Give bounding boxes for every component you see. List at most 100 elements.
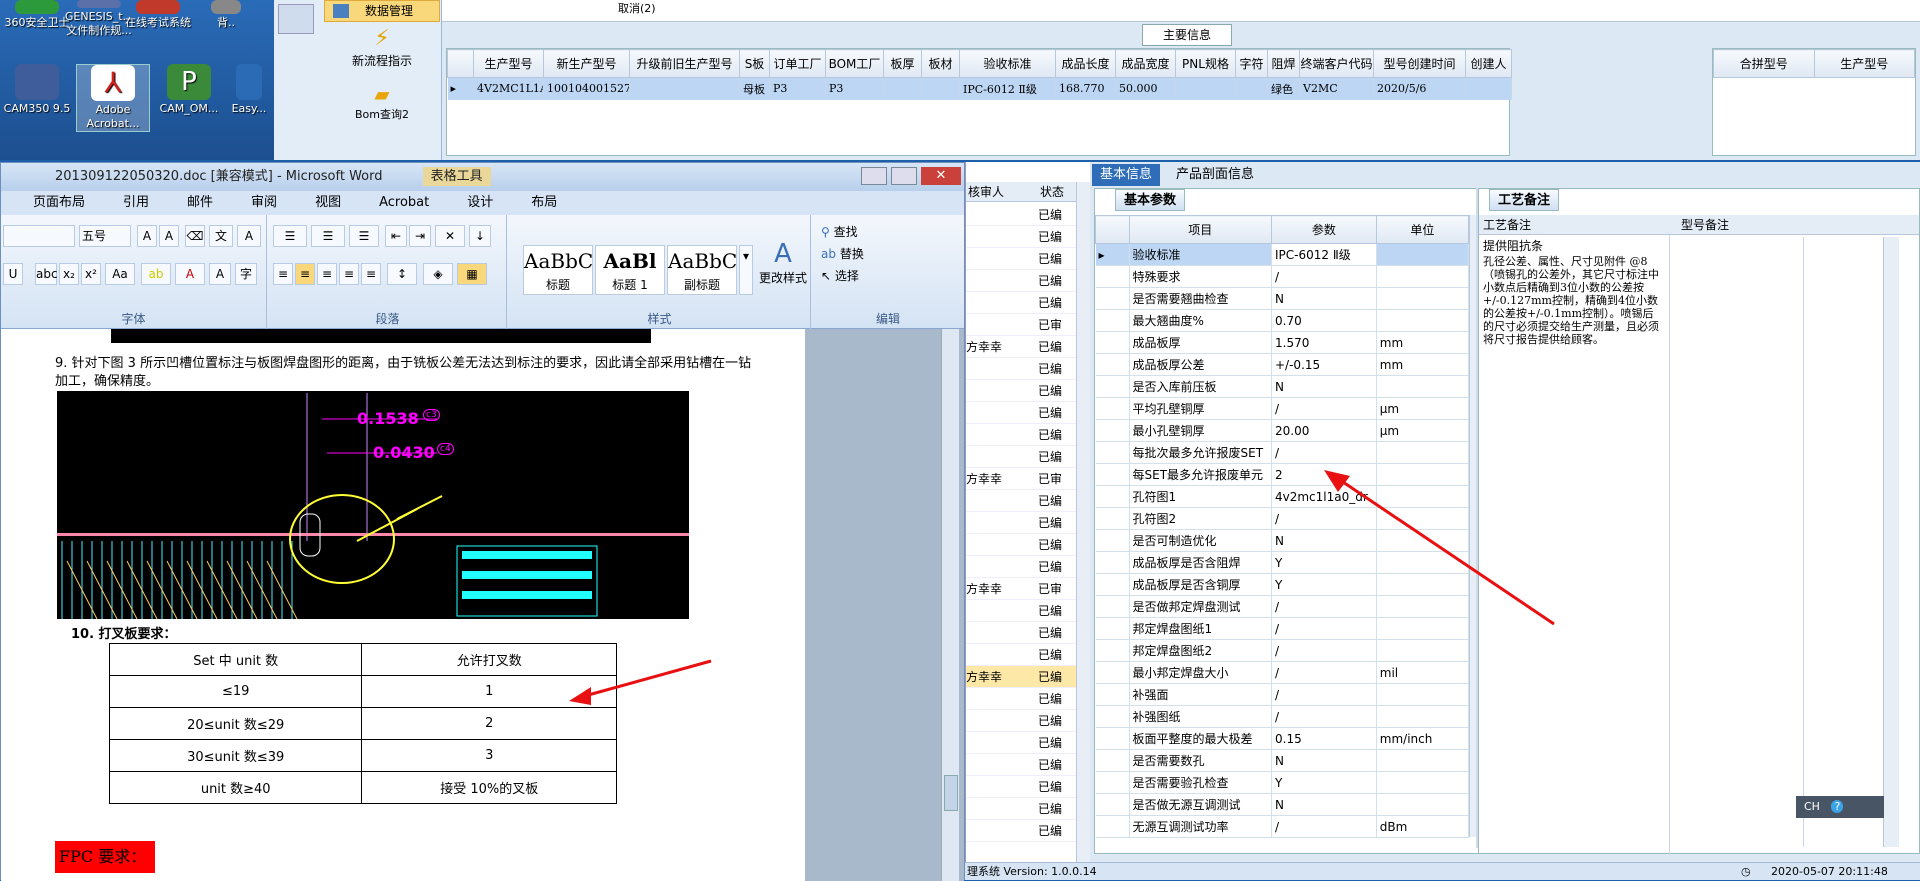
param-row[interactable]: 最大翘曲度% 0.70 xyxy=(1095,309,1470,332)
styles-scroll[interactable]: ▾ xyxy=(739,245,753,295)
tab-refs[interactable]: 引用 xyxy=(123,195,149,210)
tab-layout[interactable]: 页面布局 xyxy=(33,195,85,210)
param-row[interactable]: 成品板厚 1.570 mm xyxy=(1095,331,1470,354)
underline-icon[interactable]: U xyxy=(3,263,23,285)
cell[interactable]: V2MC xyxy=(1299,77,1374,100)
cell[interactable]: 10010400152719 xyxy=(543,77,630,100)
list-item[interactable]: 已编 xyxy=(966,710,1076,732)
list-item[interactable]: 已编 xyxy=(966,688,1076,710)
char-border-icon[interactable]: A xyxy=(237,225,261,247)
context-tab[interactable]: 表格工具 xyxy=(422,167,491,186)
close-button[interactable]: ✕ xyxy=(921,167,961,185)
desktop-icon-other[interactable]: 背.. xyxy=(196,0,256,30)
craft-col-2[interactable]: 型号备注 xyxy=(1681,218,1729,232)
list-item[interactable]: 已编 xyxy=(966,424,1076,446)
param-row[interactable]: 最小邦定焊盘大小 / mil xyxy=(1095,661,1470,684)
cell[interactable] xyxy=(1175,77,1236,100)
minimize-button[interactable] xyxy=(861,167,887,185)
list-item[interactable]: 已编 xyxy=(966,622,1076,644)
font-size-box[interactable]: 五号 xyxy=(79,225,131,247)
bullets-icon[interactable]: ☰ xyxy=(273,225,307,247)
list-item[interactable]: 已编 xyxy=(966,446,1076,468)
param-row[interactable]: ▸ 验收标准 IPC-6012 Ⅱ级 xyxy=(1095,243,1470,266)
tab-basic-info[interactable]: 基本信息 xyxy=(1092,164,1161,186)
col-header[interactable]: S板 xyxy=(739,49,770,78)
char-shading-icon[interactable]: A xyxy=(209,263,231,285)
sort-icon[interactable]: ✕ xyxy=(435,225,465,247)
cell[interactable] xyxy=(883,77,922,100)
cell[interactable] xyxy=(1235,77,1268,100)
cell[interactable]: 168.770 xyxy=(1055,77,1116,100)
col-header[interactable]: 终端客户代码 xyxy=(1299,49,1374,78)
tab-mail[interactable]: 邮件 xyxy=(187,195,213,210)
list-item[interactable]: 已编 xyxy=(966,644,1076,666)
craft-col-1[interactable]: 工艺备注 xyxy=(1483,218,1531,232)
tab-profile-info[interactable]: 产品剖面信息 xyxy=(1168,164,1262,186)
shrink-font-icon[interactable]: A xyxy=(159,225,179,247)
cell[interactable]: P3 xyxy=(769,77,826,100)
list-item[interactable]: 已编 xyxy=(966,248,1076,270)
table-row[interactable]: ▸ 4V2MC1L1A010010400152719母板P3P3IPC-6012… xyxy=(447,77,1512,100)
param-row[interactable]: 补强面 / xyxy=(1095,683,1470,706)
cell[interactable] xyxy=(921,77,960,100)
subscript-icon[interactable]: x₂ xyxy=(59,263,79,285)
col-header[interactable]: 单位 xyxy=(1375,215,1470,244)
list-item-selected[interactable]: 方幸幸 已编 xyxy=(966,666,1076,688)
cell[interactable] xyxy=(629,77,740,100)
list-item[interactable]: 方幸幸 已审 xyxy=(966,578,1076,600)
tab-review[interactable]: 审阅 xyxy=(251,195,277,210)
cell[interactable]: 母板 xyxy=(739,77,770,100)
list-item[interactable]: 已编 xyxy=(966,490,1076,512)
col-header[interactable]: 板厚 xyxy=(883,49,922,78)
style-heading1[interactable]: AaBl 标题 1 xyxy=(595,245,665,295)
cell[interactable]: 50.000 xyxy=(1115,77,1176,100)
col-header[interactable]: 新生产型号 xyxy=(543,49,630,78)
list-item[interactable]: 方幸幸 已编 xyxy=(966,336,1076,358)
table-cell[interactable]: ≤19 xyxy=(108,675,363,708)
col-header[interactable]: PNL规格 xyxy=(1175,49,1236,78)
list-item[interactable]: 已编 xyxy=(966,732,1076,754)
col-header[interactable]: 生产型号 xyxy=(473,49,544,78)
align-right-icon[interactable]: ≡ xyxy=(317,263,337,285)
change-case-icon[interactable]: Aa xyxy=(105,263,135,285)
param-row[interactable]: 是否需要验孔检查 Y xyxy=(1095,771,1470,794)
cancel-fragment[interactable]: 取消(2) xyxy=(618,0,656,16)
strikethrough-icon[interactable]: abc xyxy=(35,263,58,285)
indent-icon[interactable]: ⇥ xyxy=(409,225,431,247)
param-row[interactable]: 每批次最多允许报废SET / xyxy=(1095,441,1470,464)
col-header[interactable]: 板材 xyxy=(921,49,960,78)
col-header[interactable]: 生产型号 xyxy=(1813,49,1915,78)
param-row[interactable]: 特殊要求 / xyxy=(1095,265,1470,288)
line-spacing-icon[interactable]: ↕ xyxy=(387,263,417,285)
help-icon[interactable]: ? xyxy=(1831,800,1844,813)
model-notes-area[interactable] xyxy=(1803,237,1919,847)
cell[interactable]: 4V2MC1L1A0 xyxy=(473,77,544,100)
document-page[interactable]: 9. 针对下图 3 所示凹槽位置标注与板图焊盘图形的距离，由于铣板公差无法达到标… xyxy=(1,329,805,881)
list-item[interactable]: 方幸幸 已审 xyxy=(966,468,1076,490)
cell[interactable]: IPC-6012 Ⅱ级 xyxy=(959,77,1056,100)
select-button[interactable]: ↖ 选择 xyxy=(821,267,859,284)
tab-view[interactable]: 视图 xyxy=(315,195,341,210)
list-item[interactable]: 已编 xyxy=(966,512,1076,534)
ime-bar[interactable]: CH ? xyxy=(1796,796,1884,818)
tab-craft-notes[interactable]: 工艺备注 xyxy=(1489,189,1560,211)
col-header[interactable]: 成品长度 xyxy=(1055,49,1116,78)
tab-design[interactable]: 设计 xyxy=(467,195,493,210)
review-list[interactable]: 核审人 状态 已编 已编 已编 已编 已编 已审 方幸幸 已编 已编 已编 已编 已… xyxy=(965,162,1091,862)
list-item[interactable]: 已编 xyxy=(966,270,1076,292)
change-styles-button[interactable]: A 更改样式 xyxy=(757,239,809,286)
list-item[interactable]: 已编 xyxy=(966,776,1076,798)
col-header[interactable]: 阻焊 xyxy=(1267,49,1300,78)
craft-text[interactable]: 孔径公差、属性、尺寸见附件 @8（喷锡孔的公差外，其它尺寸标注中小数点后精确到3… xyxy=(1483,255,1663,346)
param-row[interactable]: 成品板厚公差 +/-0.15 mm xyxy=(1095,353,1470,376)
calculator-icon[interactable] xyxy=(278,4,314,34)
tab-basic-params[interactable]: 基本参数 xyxy=(1115,189,1186,211)
param-row[interactable]: 是否入库前压板 N xyxy=(1095,375,1470,398)
list-item[interactable]: 已编 xyxy=(966,534,1076,556)
list-item[interactable]: 已编 xyxy=(966,204,1076,226)
desktop-icon-easy[interactable]: Easy... xyxy=(226,64,272,116)
maximize-button[interactable] xyxy=(891,167,917,185)
list-item[interactable]: 已编 xyxy=(966,358,1076,380)
highlight-icon[interactable]: ab xyxy=(141,263,171,285)
multilevel-icon[interactable]: ☰ xyxy=(349,225,379,247)
